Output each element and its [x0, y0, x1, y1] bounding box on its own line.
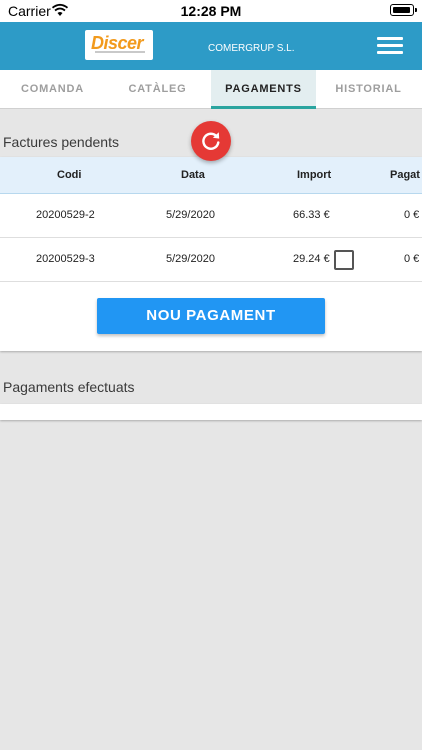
clock: 12:28 PM	[180, 3, 242, 19]
refresh-button[interactable]	[191, 121, 231, 161]
invoice-code: 20200529-2	[36, 209, 95, 221]
invoice-paid: 0 €	[404, 209, 420, 221]
hamburger-menu-icon[interactable]	[377, 37, 403, 55]
invoice-date: 5/29/2020	[166, 209, 215, 221]
invoice-code: 20200529-3	[36, 253, 95, 265]
invoice-date: 5/29/2020	[166, 253, 215, 265]
tab-cataleg[interactable]: CATÀLEG	[105, 70, 210, 108]
app-bar: Discer COMERGRUP S.L.	[0, 22, 422, 70]
tab-comanda[interactable]: COMANDA	[0, 70, 105, 108]
battery-icon	[390, 4, 417, 16]
company-name: COMERGRUP S.L.	[208, 43, 295, 54]
refresh-icon	[202, 132, 220, 150]
invoice-amount: 66.33 €	[293, 209, 330, 221]
completed-payments-card	[0, 404, 422, 420]
invoice-amount: 29.24 €	[293, 253, 330, 265]
invoice-paid: 0 €	[404, 253, 420, 265]
tab-bar: COMANDA CATÀLEG PAGAMENTS HISTORIAL	[0, 70, 422, 109]
column-codi: Codi	[57, 169, 82, 181]
tab-historial[interactable]: HISTORIAL	[316, 70, 421, 108]
pending-invoices-card: Codi Data Import Pagat 20200529-2 5/29/2…	[0, 157, 422, 351]
status-bar: Carrier 12:28 PM	[0, 0, 422, 22]
discer-logo: Discer	[85, 30, 153, 60]
completed-payments-title: Pagaments efectuats	[3, 379, 135, 395]
logo-tagline	[95, 51, 145, 53]
table-row: 20200529-3 5/29/2020 29.24 € 0 €	[0, 238, 422, 282]
tab-pagaments[interactable]: PAGAMENTS	[211, 70, 316, 109]
new-payment-button[interactable]: NOU PAGAMENT	[97, 298, 325, 334]
column-import: Import	[297, 169, 332, 181]
column-pagat: Pagat	[390, 169, 420, 181]
table-row: 20200529-2 5/29/2020 66.33 € 0 €	[0, 194, 422, 238]
select-invoice-checkbox[interactable]	[334, 250, 354, 270]
pending-invoices-title: Factures pendents	[3, 134, 119, 150]
column-data: Data	[181, 169, 205, 181]
table-header: Codi Data Import Pagat	[0, 157, 422, 194]
